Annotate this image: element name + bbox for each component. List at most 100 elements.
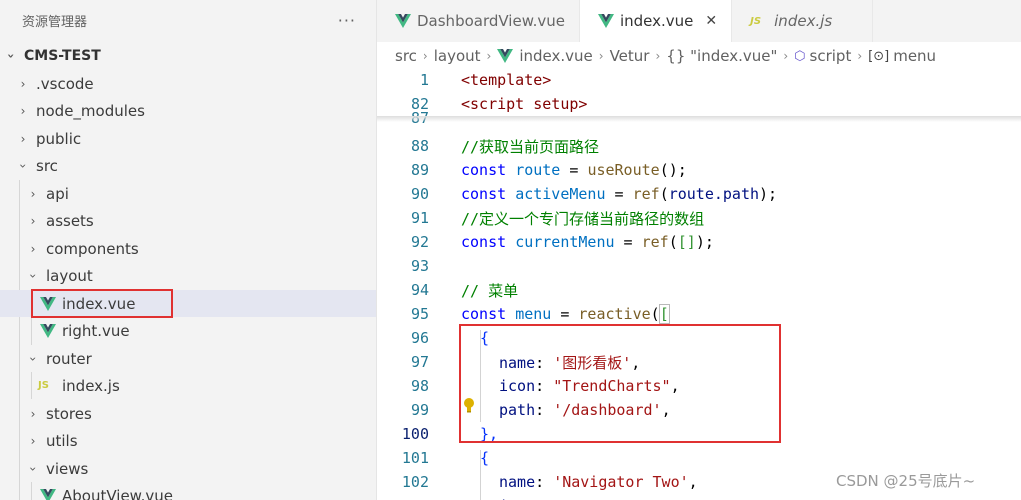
tree-item-stores[interactable]: › stores	[0, 400, 376, 427]
tree-item-label: router	[46, 349, 92, 368]
tab-dashboardview-vue[interactable]: DashboardView.vue	[377, 0, 580, 42]
breadcrumb-item[interactable]: script	[810, 47, 852, 65]
watermark: CSDN @25号底片~	[836, 472, 976, 490]
tab-label: index.vue	[619, 12, 694, 30]
vue-icon	[497, 49, 514, 63]
vue-icon	[40, 488, 56, 500]
breadcrumb-item[interactable]: src	[395, 47, 417, 65]
chevron-right-icon: ›	[20, 103, 26, 118]
tree-item-index-js[interactable]: JS index.js	[0, 372, 376, 399]
line-number: 88	[410, 137, 429, 155]
more-actions-icon[interactable]: ···	[338, 11, 356, 30]
chevron-down-icon: ›	[4, 53, 18, 58]
code-text: const menu = reactive([	[461, 304, 670, 324]
chevron-right-icon: ›	[20, 76, 26, 91]
code-text: const route = useRoute();	[461, 161, 687, 179]
code-text: <template>	[461, 71, 552, 89]
indent-guide	[480, 450, 481, 500]
highlight-box-tree	[31, 289, 173, 318]
chevron-right-icon: ›	[422, 49, 428, 63]
chevron-down-icon: ›	[26, 273, 40, 278]
tree-item-label: stores	[46, 404, 92, 423]
line-number: 1	[419, 71, 429, 89]
tree-item-label: src	[36, 156, 58, 175]
code-line: 88 //获取当前页面路径	[377, 134, 1021, 158]
tree-item-vscode[interactable]: › .vscode	[0, 70, 376, 97]
tree-item-label: right.vue	[62, 321, 130, 340]
vue-icon	[597, 14, 614, 28]
tree-item-label: AboutView.vue	[62, 486, 173, 500]
tree-item-api[interactable]: › api	[0, 180, 376, 207]
tree-item-utils[interactable]: › utils	[0, 427, 376, 454]
line-number: 96	[410, 329, 429, 347]
chevron-right-icon: ›	[30, 433, 36, 448]
chevron-right-icon: ›	[486, 49, 492, 63]
tree-item-components[interactable]: › components	[0, 235, 376, 262]
breadcrumb-item[interactable]: index.vue	[519, 47, 592, 65]
explorer-sidebar: 资源管理器 ··· › CMS-TEST › .vscode › node_mo…	[0, 0, 377, 500]
tree-item-src[interactable]: › src	[0, 152, 376, 179]
tree-item-layout[interactable]: › layout	[0, 262, 376, 289]
cube-icon: ⬡	[794, 48, 806, 64]
line-number: 82	[410, 95, 429, 113]
line-number: 94	[410, 281, 429, 299]
explorer-title: 资源管理器	[22, 14, 88, 30]
tab-label: DashboardView.vue	[417, 12, 565, 30]
breadcrumb-item[interactable]: Vetur	[610, 47, 650, 65]
close-icon[interactable]: ✕	[705, 13, 717, 29]
line-number: 95	[410, 305, 429, 323]
tree-item-label: CMS-TEST	[24, 47, 101, 64]
tree-item-assets[interactable]: › assets	[0, 207, 376, 234]
breadcrumb-item[interactable]: menu	[893, 47, 936, 65]
tab-index-vue[interactable]: index.vue ✕	[579, 0, 733, 42]
code-line: 95 const menu = reactive([	[377, 302, 1021, 326]
chevron-right-icon: ›	[20, 131, 26, 146]
tree-item-views[interactable]: › views	[0, 455, 376, 482]
chevron-right-icon: ›	[783, 49, 789, 63]
tree-item-aboutview-vue[interactable]: AboutView.vue	[0, 482, 376, 500]
line-number: 92	[410, 233, 429, 251]
line-number: 93	[410, 257, 429, 275]
js-icon: JS	[38, 380, 49, 391]
code-text: //定义一个专门存储当前路径的数组	[461, 209, 705, 228]
tab-index-js[interactable]: JS index.js	[732, 0, 874, 42]
chevron-down-icon: ›	[26, 466, 40, 471]
tree-item-node-modules[interactable]: › node_modules	[0, 97, 376, 124]
chevron-right-icon: ›	[857, 49, 863, 63]
breadcrumb: src › layout › index.vue › Vetur › {} "i…	[377, 42, 1021, 70]
line-number: 98	[410, 377, 429, 395]
tab-label: index.js	[774, 12, 833, 30]
code-text: const activeMenu = ref(route.path);	[461, 185, 778, 203]
code-text: const currentMenu = ref([]);	[461, 233, 714, 251]
code-text: //获取当前页面路径	[461, 137, 600, 156]
tree-item-right-vue[interactable]: right.vue	[0, 317, 376, 344]
code-line: 90 const activeMenu = ref(route.path);	[377, 182, 1021, 206]
tree-item-public[interactable]: › public	[0, 125, 376, 152]
variable-icon: [⊙]	[868, 48, 890, 64]
code-text: {	[480, 449, 490, 467]
chevron-right-icon: ›	[30, 241, 36, 256]
chevron-right-icon: ›	[655, 49, 661, 63]
code-text: name: 'Navigator Two',	[499, 473, 698, 491]
code-line: 91 //定义一个专门存储当前路径的数组	[377, 206, 1021, 230]
tree-item-label: assets	[46, 211, 94, 230]
chevron-right-icon: ›	[30, 406, 36, 421]
tree-item-label: node_modules	[36, 101, 145, 120]
code-line: 93	[377, 254, 1021, 278]
line-number: 90	[410, 185, 429, 203]
tree-item-router[interactable]: › router	[0, 345, 376, 372]
chevron-down-icon: ›	[16, 163, 30, 168]
code-line: 94 // 菜单	[377, 278, 1021, 302]
highlight-box-code	[459, 324, 781, 443]
vue-icon	[395, 14, 411, 28]
tree-root-cms-test[interactable]: › CMS-TEST	[0, 42, 376, 69]
tree-item-label: layout	[46, 266, 93, 285]
chevron-down-icon: ›	[26, 356, 40, 361]
js-icon: JS	[750, 15, 762, 27]
breadcrumb-item[interactable]: {} "index.vue"	[666, 47, 777, 65]
line-number: 100	[401, 425, 429, 443]
code-line: 1 <template>	[377, 68, 1021, 92]
breadcrumb-item[interactable]: layout	[434, 47, 481, 65]
code-line: 101 {	[377, 446, 1021, 470]
line-number: 91	[410, 209, 429, 227]
